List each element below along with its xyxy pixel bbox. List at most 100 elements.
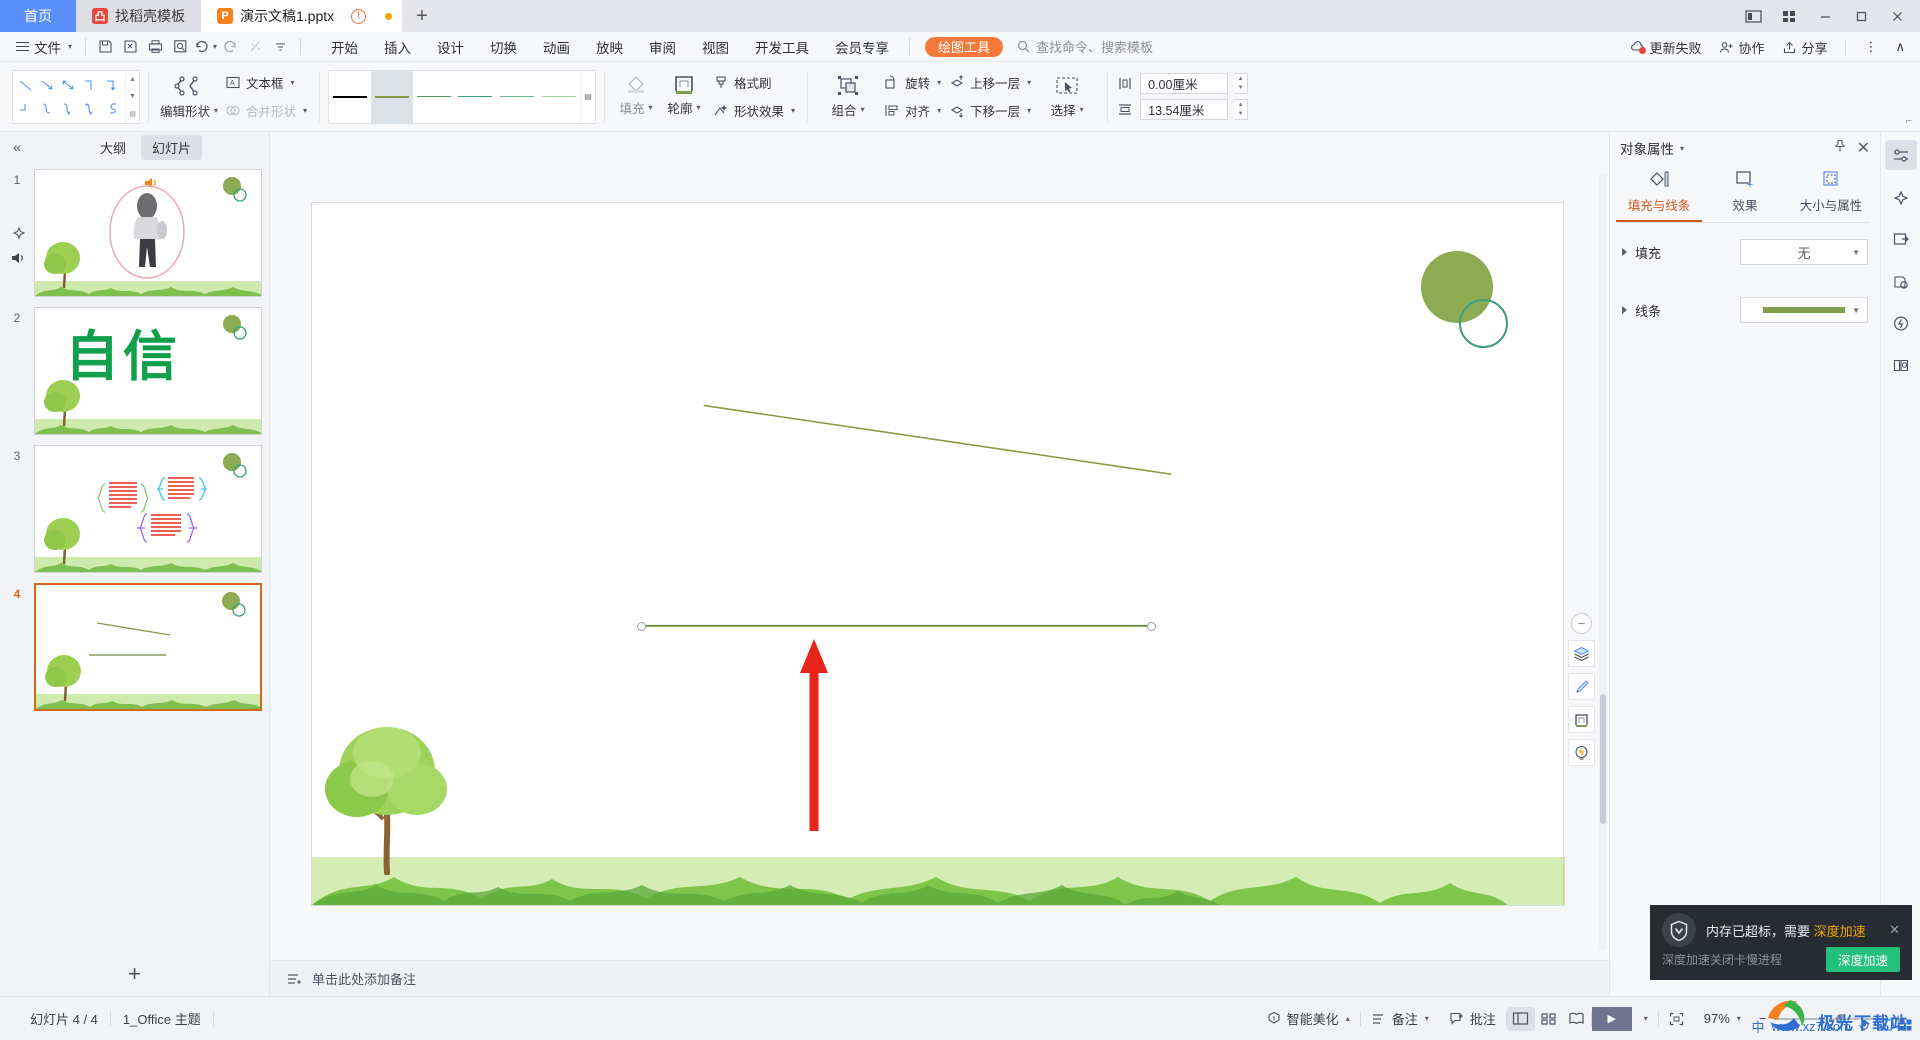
width-input[interactable]: 13.54厘米 bbox=[1140, 99, 1229, 120]
menu-item-review[interactable]: 审阅 bbox=[636, 32, 689, 62]
expand-gallery-icon[interactable]: ▤ bbox=[584, 92, 592, 101]
shape-elbow-double[interactable] bbox=[15, 97, 37, 120]
comment-button[interactable]: 批注 bbox=[1439, 1009, 1506, 1028]
shape-line[interactable] bbox=[15, 74, 37, 97]
slide-canvas[interactable]: − bbox=[311, 202, 1595, 906]
print-icon[interactable] bbox=[143, 35, 168, 59]
pin-icon[interactable] bbox=[1833, 139, 1847, 158]
scroll-down-icon[interactable]: ▼ bbox=[129, 93, 136, 100]
thumbnail-list[interactable]: 1 2 自信 3 4 bbox=[0, 164, 269, 950]
notes-bar[interactable]: 单击此处添加备注 bbox=[271, 960, 1609, 996]
ime-menu-icon[interactable] bbox=[1899, 1019, 1912, 1034]
magic-star-icon[interactable] bbox=[1885, 182, 1917, 212]
minimize-button[interactable] bbox=[1808, 1, 1842, 31]
collaborate-button[interactable]: 协作 bbox=[1712, 38, 1771, 57]
save-as-icon[interactable] bbox=[118, 35, 143, 59]
properties-panel-title-wrap[interactable]: 对象属性 ▾ bbox=[1620, 138, 1684, 158]
normal-view-button[interactable] bbox=[1506, 1006, 1535, 1031]
new-tab-button[interactable]: + bbox=[402, 0, 442, 32]
thumbnail-3[interactable] bbox=[34, 445, 262, 573]
format-clear-icon[interactable] bbox=[243, 35, 268, 59]
more-options-button[interactable]: ⋮ bbox=[1857, 39, 1884, 55]
stepper-up-icon[interactable]: ▲ bbox=[1238, 102, 1244, 108]
popup-action-button[interactable]: 深度加速 bbox=[1825, 947, 1900, 972]
shape-curve-arrow[interactable] bbox=[58, 97, 80, 120]
maximize-button[interactable] bbox=[1844, 1, 1878, 31]
redo-icon[interactable] bbox=[218, 35, 243, 59]
select-button[interactable]: 选择 ▾ bbox=[1035, 68, 1099, 126]
menu-item-design[interactable]: 设计 bbox=[424, 32, 477, 62]
thumbnail-item-1[interactable]: 1 bbox=[0, 164, 269, 302]
undo-icon[interactable]: ▾ bbox=[193, 35, 218, 59]
slide-sorter-button[interactable] bbox=[1535, 1007, 1563, 1031]
shape-outline-icon[interactable] bbox=[1568, 706, 1595, 733]
thumbnail-2[interactable]: 自信 bbox=[34, 307, 262, 435]
scroll-up-icon[interactable]: ▲ bbox=[129, 76, 136, 83]
drawing-tools-tab[interactable]: 绘图工具 bbox=[925, 36, 1004, 57]
stepper-up-icon[interactable]: ▲ bbox=[1238, 76, 1244, 82]
shape-elbow-connector[interactable] bbox=[80, 74, 102, 97]
line-property-dropdown[interactable]: ▼ bbox=[1740, 297, 1868, 323]
thumbnail-1[interactable] bbox=[34, 169, 262, 297]
thumbnail-item-3[interactable]: 3 bbox=[0, 440, 269, 578]
ime-mic-icon[interactable] bbox=[1858, 1018, 1870, 1035]
send-backward-button[interactable]: 下移一层 ▾ bbox=[945, 99, 1035, 122]
selection-handle-left[interactable] bbox=[637, 622, 646, 631]
expand-triangle-icon[interactable] bbox=[1622, 248, 1627, 256]
screen-icon[interactable] bbox=[1736, 1, 1770, 31]
grid-icon[interactable] bbox=[1772, 1, 1806, 31]
thumbnail-4[interactable] bbox=[34, 583, 262, 711]
popup-close-icon[interactable]: ✕ bbox=[1889, 922, 1900, 938]
tab-size-and-properties[interactable]: 大小与属性 bbox=[1788, 168, 1874, 222]
ime-indicator[interactable]: 中 www.xz7.com bbox=[1752, 1017, 1912, 1036]
slideshow-options-button[interactable]: ▾ bbox=[1632, 1014, 1658, 1023]
outline-button[interactable]: 轮廓 ▾ bbox=[661, 68, 707, 117]
rotate-button[interactable]: 旋转 ▾ bbox=[880, 71, 945, 94]
tab-fill-and-line[interactable]: 填充与线条 bbox=[1616, 168, 1702, 222]
customize-toolbar-icon[interactable] bbox=[268, 35, 293, 59]
shape-effect-button[interactable]: 形状效果 ▾ bbox=[709, 99, 799, 122]
warning-icon[interactable]: ! bbox=[351, 8, 367, 24]
ime-keyboard-icon[interactable] bbox=[1877, 1019, 1892, 1034]
group-button[interactable]: 组合 ▾ bbox=[816, 68, 880, 126]
smart-beautify-button[interactable]: 智能美化 ▴ bbox=[1256, 1009, 1360, 1028]
close-button[interactable] bbox=[1880, 1, 1914, 31]
line-style-3[interactable] bbox=[455, 71, 497, 123]
update-failed-button[interactable]: 更新失败 bbox=[1623, 38, 1708, 57]
line-style-2[interactable] bbox=[413, 71, 455, 123]
add-slide-button[interactable]: + bbox=[0, 952, 269, 996]
decor-ring-circle[interactable] bbox=[1459, 299, 1508, 348]
reading-view-button[interactable] bbox=[1563, 1007, 1591, 1031]
line-gallery-expand[interactable]: ▤ bbox=[580, 70, 595, 123]
shape-freeform[interactable] bbox=[101, 97, 123, 120]
close-icon[interactable]: ✕ bbox=[1857, 138, 1870, 158]
selection-handle-right[interactable] bbox=[1147, 622, 1156, 631]
notes-button[interactable]: 备注 ▾ bbox=[1361, 1009, 1439, 1028]
properties-icon[interactable] bbox=[1884, 140, 1917, 170]
tab-document[interactable]: P 演示文稿1.pptx ! bbox=[201, 0, 403, 32]
ime-lang-icon[interactable]: 中 bbox=[1752, 1017, 1765, 1036]
start-slideshow-button[interactable]: ▶ bbox=[1591, 1006, 1632, 1031]
shape-curve[interactable] bbox=[37, 97, 59, 120]
collapse-panel-button[interactable]: « bbox=[0, 139, 34, 155]
tab-template[interactable]: 凸 找稻壳模板 bbox=[76, 0, 201, 32]
thumbnail-item-2[interactable]: 2 自信 bbox=[0, 302, 269, 440]
theme-label[interactable]: 1_Office 主题 bbox=[111, 1009, 213, 1028]
shape-arrow[interactable] bbox=[37, 74, 59, 97]
file-menu-button[interactable]: 文件 ▾ bbox=[10, 37, 78, 57]
shape-curve-double[interactable] bbox=[80, 97, 102, 120]
menu-item-start[interactable]: 开始 bbox=[318, 32, 371, 62]
align-button[interactable]: 对齐 ▾ bbox=[880, 99, 945, 122]
textbox-button[interactable]: A 文本框 ▾ bbox=[221, 71, 311, 94]
fit-to-screen-button[interactable] bbox=[1659, 1012, 1694, 1026]
thumbnail-item-4[interactable]: 4 bbox=[0, 578, 269, 716]
shape-gallery-scroll[interactable]: ▲ ▼ ▤ bbox=[125, 70, 139, 123]
line-shapes-gallery[interactable]: ▲ ▼ ▤ bbox=[12, 69, 140, 124]
idea-bulb-icon[interactable] bbox=[1568, 739, 1595, 766]
ribbon-expand-icon[interactable]: ⌐ bbox=[1906, 115, 1912, 127]
edit-shape-button[interactable]: 编辑形状 ▾ bbox=[157, 68, 221, 126]
print-preview-icon[interactable] bbox=[168, 35, 193, 59]
stepper-down-icon[interactable]: ▼ bbox=[1238, 111, 1244, 117]
layers-icon[interactable] bbox=[1568, 640, 1595, 667]
material-icon[interactable] bbox=[1885, 266, 1917, 296]
